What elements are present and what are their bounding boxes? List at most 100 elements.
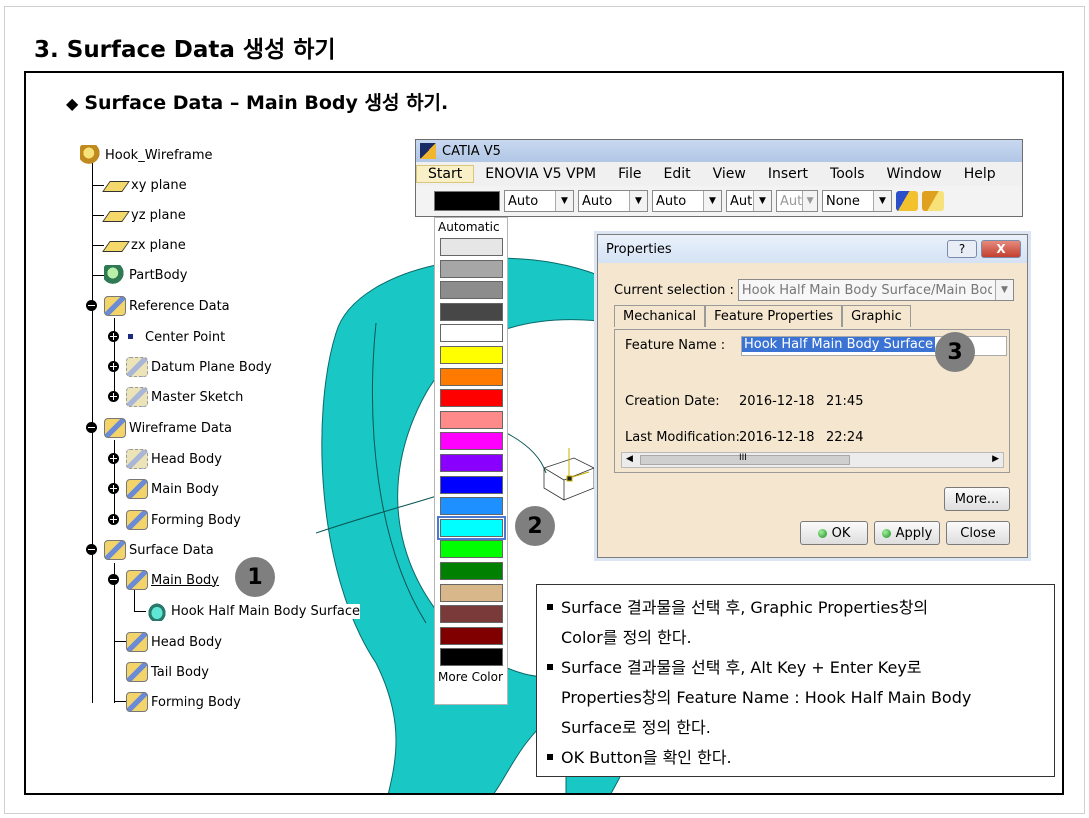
tab-strip: Mechanical Feature Properties Graphic xyxy=(614,305,911,327)
scroll-left-icon[interactable]: ◀ xyxy=(626,454,633,464)
menu-help[interactable]: Help xyxy=(953,166,1007,182)
line-thickness-combo[interactable]: Auto ▼ xyxy=(578,190,648,212)
tree-node-wf-forming-body[interactable]: Forming Body xyxy=(126,508,241,532)
color-swatch[interactable] xyxy=(440,389,503,408)
color-swatch[interactable] xyxy=(440,454,503,472)
tab-feature-properties[interactable]: Feature Properties xyxy=(705,305,843,327)
collapse-icon[interactable] xyxy=(86,300,97,311)
color-swatch[interactable] xyxy=(440,410,503,429)
menu-file[interactable]: File xyxy=(607,166,652,182)
tree-node-hook-half-surface[interactable]: Hook Half Main Body Surface xyxy=(146,599,361,623)
color-swatch[interactable] xyxy=(437,515,506,540)
close-icon[interactable]: X xyxy=(981,240,1021,258)
color-swatch[interactable] xyxy=(440,346,503,364)
modification-label: Last Modification: xyxy=(625,430,740,445)
note-item: OK Button을 확인 한다. xyxy=(547,743,1044,773)
close-button[interactable]: Close xyxy=(946,521,1010,545)
color-swatch[interactable] xyxy=(440,562,503,580)
scroll-thumb[interactable]: III xyxy=(640,453,850,465)
chevron-down-icon: ▼ xyxy=(994,280,1013,300)
tree-node-wf-main-body[interactable]: Main Body xyxy=(126,477,219,501)
menu-view[interactable]: View xyxy=(702,166,757,182)
collapse-icon[interactable] xyxy=(86,422,97,433)
color-swatch[interactable] xyxy=(440,302,503,321)
expand-icon[interactable] xyxy=(108,331,119,342)
collapse-icon[interactable] xyxy=(108,574,119,585)
color-swatch[interactable] xyxy=(440,540,503,559)
chevron-down-icon: ▼ xyxy=(753,191,771,211)
more-color-option[interactable]: More Color xyxy=(438,670,503,684)
menu-enovia[interactable]: ENOVIA V5 VPM xyxy=(474,166,607,182)
point-type-combo[interactable]: Aut ▼ xyxy=(726,190,772,212)
expand-icon[interactable] xyxy=(108,514,119,525)
help-button[interactable]: ? xyxy=(947,240,977,258)
color-swatch[interactable] xyxy=(440,238,503,256)
tree-node-zx-plane[interactable]: zx plane xyxy=(104,233,186,257)
tree-node-partbody[interactable]: PartBody xyxy=(104,263,187,287)
callout-1: 1 xyxy=(235,557,275,597)
menu-insert[interactable]: Insert xyxy=(757,166,819,182)
tree-node-sd-forming-body[interactable]: Forming Body xyxy=(126,690,241,714)
tree-node-root[interactable]: Hook_Wireframe xyxy=(80,143,213,167)
color-swatch[interactable] xyxy=(440,605,503,624)
tree-node-datum-plane-body[interactable]: Datum Plane Body xyxy=(126,355,272,379)
color-swatch[interactable] xyxy=(440,367,503,386)
tree-node-sd-head-body[interactable]: Head Body xyxy=(126,630,222,654)
paint-brush-icon[interactable] xyxy=(922,191,944,211)
horizontal-scrollbar[interactable]: ◀ III ▶ xyxy=(621,452,1004,468)
tree-node-master-sketch[interactable]: Master Sketch xyxy=(126,385,243,409)
layer-combo[interactable]: None ▼ xyxy=(822,190,892,212)
color-swatch[interactable] xyxy=(440,475,503,494)
tree-node-yz-plane[interactable]: yz plane xyxy=(104,203,186,227)
tree-node-wireframe-data[interactable]: Wireframe Data xyxy=(104,416,232,440)
color-swatch[interactable] xyxy=(440,583,503,602)
menu-tools[interactable]: Tools xyxy=(819,166,876,182)
menu-edit[interactable]: Edit xyxy=(653,166,702,182)
scroll-right-icon[interactable]: ▶ xyxy=(992,454,999,464)
tree-node-xy-plane[interactable]: xy plane xyxy=(104,173,187,197)
callout-2: 2 xyxy=(515,506,555,546)
ok-button[interactable]: OK xyxy=(800,521,868,545)
menu-window[interactable]: Window xyxy=(876,166,953,182)
expand-icon[interactable] xyxy=(108,361,119,372)
transparency-combo[interactable]: Auto ▼ xyxy=(504,190,574,212)
creation-date-value: 2016-12-18 xyxy=(739,394,815,409)
expand-icon[interactable] xyxy=(108,391,119,402)
color-swatch[interactable] xyxy=(440,626,503,645)
creation-time-value: 21:45 xyxy=(826,394,864,409)
automatic-option[interactable]: Automatic xyxy=(435,218,507,236)
color-swatch[interactable] xyxy=(440,497,503,516)
plane-icon xyxy=(104,205,128,225)
color-swatch[interactable] xyxy=(440,281,503,300)
tab-mechanical[interactable]: Mechanical xyxy=(614,305,706,327)
menu-start[interactable]: Start xyxy=(416,165,475,183)
tree-node-wf-head-body[interactable]: Head Body xyxy=(126,447,222,471)
geometrical-set-icon xyxy=(126,510,148,530)
expand-icon[interactable] xyxy=(108,483,119,494)
tree-node-surface-data[interactable]: Surface Data xyxy=(104,538,214,562)
tree-node-sd-main-body[interactable]: Main Body xyxy=(126,568,219,592)
color-swatch[interactable] xyxy=(440,259,503,278)
current-selection-combo[interactable]: Hook Half Main Body Surface/Main Body ▼ xyxy=(737,279,1014,301)
expand-icon[interactable] xyxy=(108,453,119,464)
painter-icon[interactable] xyxy=(896,191,918,211)
color-swatch[interactable] xyxy=(440,432,503,451)
creation-date-label: Creation Date: xyxy=(625,394,720,409)
tree-node-reference-data[interactable]: Reference Data xyxy=(104,294,230,318)
geometrical-set-icon xyxy=(104,296,126,316)
apply-button[interactable]: Apply xyxy=(874,521,940,545)
tab-graphic[interactable]: Graphic xyxy=(842,305,911,327)
linetype-combo[interactable]: Auto ▼ xyxy=(652,190,722,212)
color-swatch[interactable] xyxy=(440,648,503,667)
tree-node-sd-tail-body[interactable]: Tail Body xyxy=(126,660,209,684)
color-combo[interactable] xyxy=(434,191,500,211)
feature-name-label: Feature Name : xyxy=(625,338,726,353)
more-button[interactable]: More... xyxy=(944,487,1010,511)
body-icon xyxy=(104,265,126,285)
collapse-icon[interactable] xyxy=(86,544,97,555)
color-dropdown: Automatic More Color xyxy=(434,217,508,705)
note-continuation: Surface로 정의 한다. xyxy=(561,718,711,737)
color-swatch[interactable] xyxy=(440,324,503,343)
tree-node-center-point[interactable]: Center Point xyxy=(126,325,225,349)
instruction-box: Surface 결과물을 선택 후, Graphic Properties창의 … xyxy=(536,584,1055,777)
